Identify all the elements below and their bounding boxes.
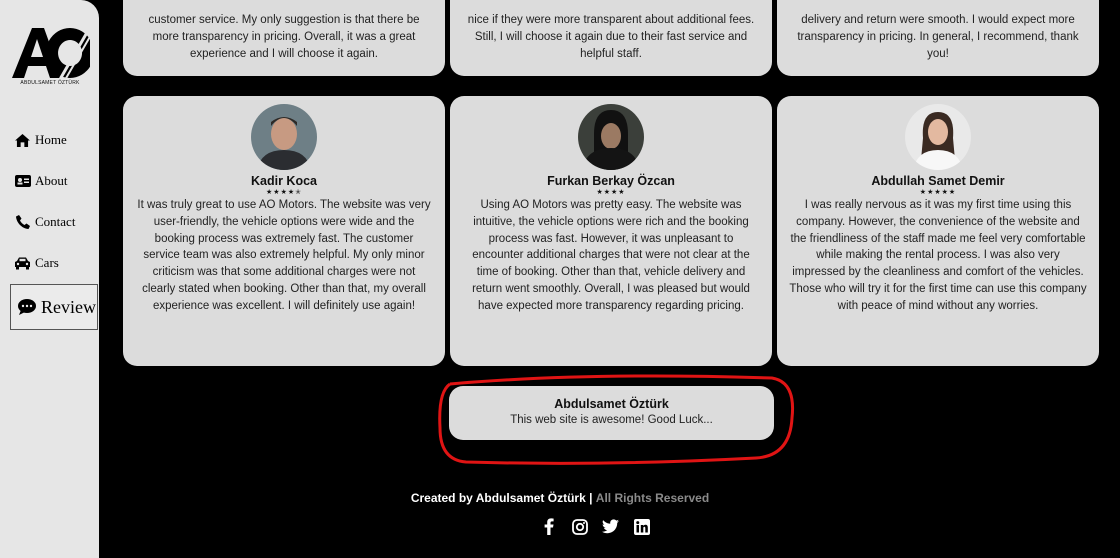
avatar xyxy=(251,104,317,170)
facebook-icon[interactable] xyxy=(540,518,557,535)
twitter-icon[interactable] xyxy=(602,518,619,535)
footer-credits: Created by Abdulsamet Öztürk | All Right… xyxy=(0,491,1120,505)
linkedin-icon[interactable] xyxy=(633,518,650,535)
review-card: Abdullah Samet Demir ★★★★★ I was really … xyxy=(777,96,1099,366)
nav-contact[interactable]: Contact xyxy=(14,214,75,230)
comment-icon xyxy=(18,299,36,315)
review-text: Using AO Motors was pretty easy. The web… xyxy=(472,199,750,312)
footer-created-by: Created by Abdulsamet Öztürk | xyxy=(410,491,593,505)
footer-rights: All Rights Reserved xyxy=(595,491,710,505)
id-card-icon xyxy=(14,174,31,188)
nav-cars-label: Cars xyxy=(35,255,59,270)
review-text: delivery and return were smooth. I would… xyxy=(797,14,1079,60)
social-links xyxy=(540,518,650,535)
star-rating: ★★★★ xyxy=(596,189,626,196)
nav-review-label: Review xyxy=(41,296,96,317)
review-card: delivery and return were smooth. I would… xyxy=(777,0,1099,76)
review-card: nice if they were more transparent about… xyxy=(450,0,772,76)
home-icon xyxy=(14,133,31,147)
review-text: nice if they were more transparent about… xyxy=(467,14,755,60)
reviewer-name: Kadir Koca xyxy=(251,174,317,188)
review-card: Furkan Berkay Özcan ★★★★ Using AO Motors… xyxy=(450,96,772,366)
nav-home[interactable]: Home xyxy=(14,132,67,148)
review-card: customer service. My only suggestion is … xyxy=(123,0,445,76)
nav-review[interactable]: Review xyxy=(10,284,98,330)
review-text: It was truly great to use AO Motors. The… xyxy=(137,199,431,312)
nav-cars[interactable]: Cars xyxy=(14,255,59,271)
sidebar: ABDULSAMET ÖZTÜRK Home About Contact Car… xyxy=(0,0,99,558)
phone-icon xyxy=(14,215,31,229)
highlight-annotation xyxy=(438,374,795,465)
review-text: I was really nervous as it was my first … xyxy=(789,199,1087,312)
reviewer-name: Furkan Berkay Özcan xyxy=(547,174,675,188)
instagram-icon[interactable] xyxy=(571,518,588,535)
car-icon xyxy=(14,256,31,270)
logo-caption: ABDULSAMET ÖZTÜRK xyxy=(20,80,80,86)
reviewer-name: Abdullah Samet Demir xyxy=(871,174,1005,188)
review-card: Kadir Koca ★★★★✭ It was truly great to u… xyxy=(123,96,445,366)
star-rating: ★★★★★ xyxy=(919,189,957,196)
avatar xyxy=(905,104,971,170)
review-text: customer service. My only suggestion is … xyxy=(148,14,420,60)
avatar xyxy=(578,104,644,170)
nav-about-label: About xyxy=(35,173,68,188)
star-rating: ★★★★✭ xyxy=(266,189,302,196)
nav-contact-label: Contact xyxy=(35,214,76,229)
nav-about[interactable]: About xyxy=(14,173,68,189)
nav-home-label: Home xyxy=(35,132,67,147)
